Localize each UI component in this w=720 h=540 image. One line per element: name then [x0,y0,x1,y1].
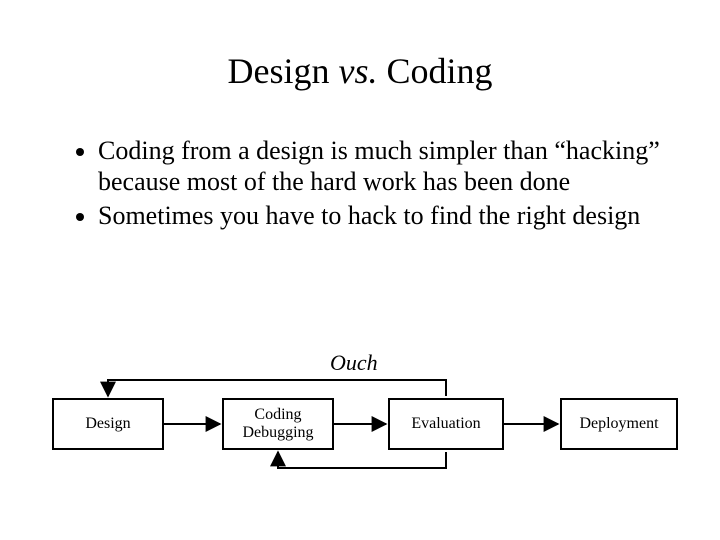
flow-box-deployment: Deployment [560,398,678,450]
flow-box-coding: CodingDebugging [222,398,334,450]
slide: Design vs. Coding Coding from a design i… [0,0,720,540]
title-text-post: Coding [377,51,492,91]
flow-box-design: Design [52,398,164,450]
flow-box-label: Design [85,415,130,433]
ouch-label: Ouch [330,350,378,376]
bullet-list: Coding from a design is much simpler tha… [50,136,670,232]
title-text-pre: Design [227,51,338,91]
flow-box-evaluation: Evaluation [388,398,504,450]
flow-box-label: CodingDebugging [242,406,313,441]
flow-diagram: Ouch Design CodingDebugging Evaluation D… [50,350,670,500]
flow-box-label: Deployment [579,415,658,433]
flow-box-label: Evaluation [411,415,480,433]
bullet-item: Sometimes you have to hack to find the r… [98,201,670,232]
bullet-item: Coding from a design is much simpler tha… [98,136,670,197]
title-vs: vs. [338,51,377,91]
slide-title: Design vs. Coding [50,50,670,92]
